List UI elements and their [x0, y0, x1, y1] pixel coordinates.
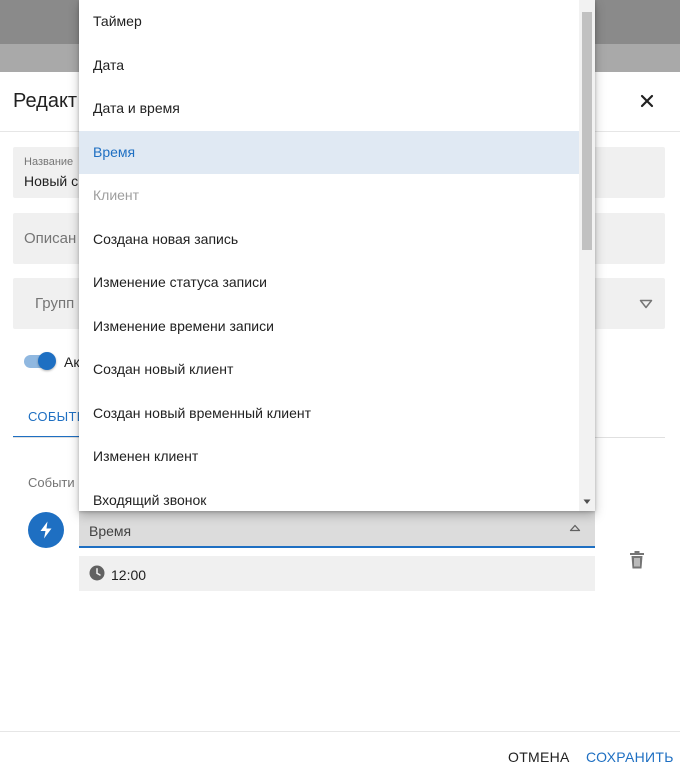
dropdown-item[interactable]: Создана новая запись [79, 218, 579, 262]
name-field-label: Название [24, 156, 74, 168]
dropdown-item[interactable]: Создан новый клиент [79, 348, 579, 392]
dropdown-triangle-icon [639, 299, 653, 309]
group-placeholder: Групп [35, 295, 75, 312]
dropdown-item[interactable]: Дата [79, 44, 579, 88]
trash-icon [630, 551, 644, 569]
dropdown-item[interactable]: Изменение статуса записи [79, 261, 579, 305]
dropdown-item-label: Дата и время [93, 100, 180, 116]
scroll-down-arrow-icon[interactable] [583, 499, 591, 505]
delete-event-button[interactable] [628, 550, 646, 570]
clock-icon [89, 565, 105, 581]
footer-divider [0, 731, 680, 732]
dropdown-item[interactable]: Изменен клиент [79, 435, 579, 479]
active-toggle-label: Ак [64, 354, 80, 370]
cancel-button[interactable]: ОТМЕНА [508, 749, 570, 765]
description-placeholder: Описан [24, 230, 77, 247]
time-field[interactable]: 12:00 [79, 556, 595, 591]
events-section-label: Событи [28, 475, 75, 490]
dropdown-item[interactable]: Таймер [79, 0, 579, 44]
name-field-value: Новый с [24, 173, 79, 189]
dropdown-item-label: Время [93, 143, 136, 160]
tab-events-label: СОБЫТИ [28, 409, 87, 424]
event-type-value: Время [89, 523, 132, 539]
close-icon [640, 94, 654, 108]
dropdown-item[interactable]: Изменение времени записи [79, 305, 579, 349]
dialog-title: Редакт [13, 90, 78, 112]
bolt-icon [40, 521, 52, 539]
event-type-select[interactable]: Время [79, 510, 595, 548]
dropdown-item-label: Изменение статуса записи [93, 274, 267, 290]
dropdown-item-label: Таймер [93, 13, 142, 29]
event-type-dropdown: Таймер Дата Дата и время Время Клиент Со… [79, 0, 595, 511]
dropdown-item-label: Изменение времени записи [93, 317, 274, 334]
dropdown-item[interactable]: Создан новый временный клиент [79, 392, 579, 436]
chevron-up-icon [569, 524, 581, 532]
dropdown-item-label: Входящий звонок [93, 491, 207, 508]
dropdown-item-label: Изменен клиент [93, 448, 199, 464]
dropdown-scrollbar[interactable] [579, 0, 595, 511]
close-button[interactable] [636, 90, 658, 112]
dropdown-item-label: Создан новый клиент [93, 361, 234, 377]
dropdown-item-label: Клиент [93, 187, 140, 203]
dropdown-item[interactable]: Входящий звонок [79, 479, 579, 512]
time-value: 12:00 [111, 567, 147, 583]
dropdown-item-label: Создан новый временный клиент [93, 404, 312, 421]
dropdown-item-selected[interactable]: Время [79, 130, 579, 174]
event-type-badge [28, 512, 64, 548]
tab-events[interactable]: СОБЫТИ [13, 396, 87, 438]
toggle-thumb [38, 352, 56, 370]
save-button[interactable]: СОХРАНИТЬ [586, 749, 674, 765]
dropdown-item-label: Создана новая запись [93, 230, 239, 247]
active-toggle[interactable] [24, 352, 56, 370]
dropdown-item[interactable]: Дата и время [79, 87, 579, 131]
scrollbar-thumb[interactable] [582, 12, 592, 250]
dropdown-list: Таймер Дата Дата и время Время Клиент Со… [79, 0, 579, 511]
dropdown-item-disabled: Клиент [79, 174, 579, 218]
dropdown-item-label: Дата [93, 56, 125, 73]
